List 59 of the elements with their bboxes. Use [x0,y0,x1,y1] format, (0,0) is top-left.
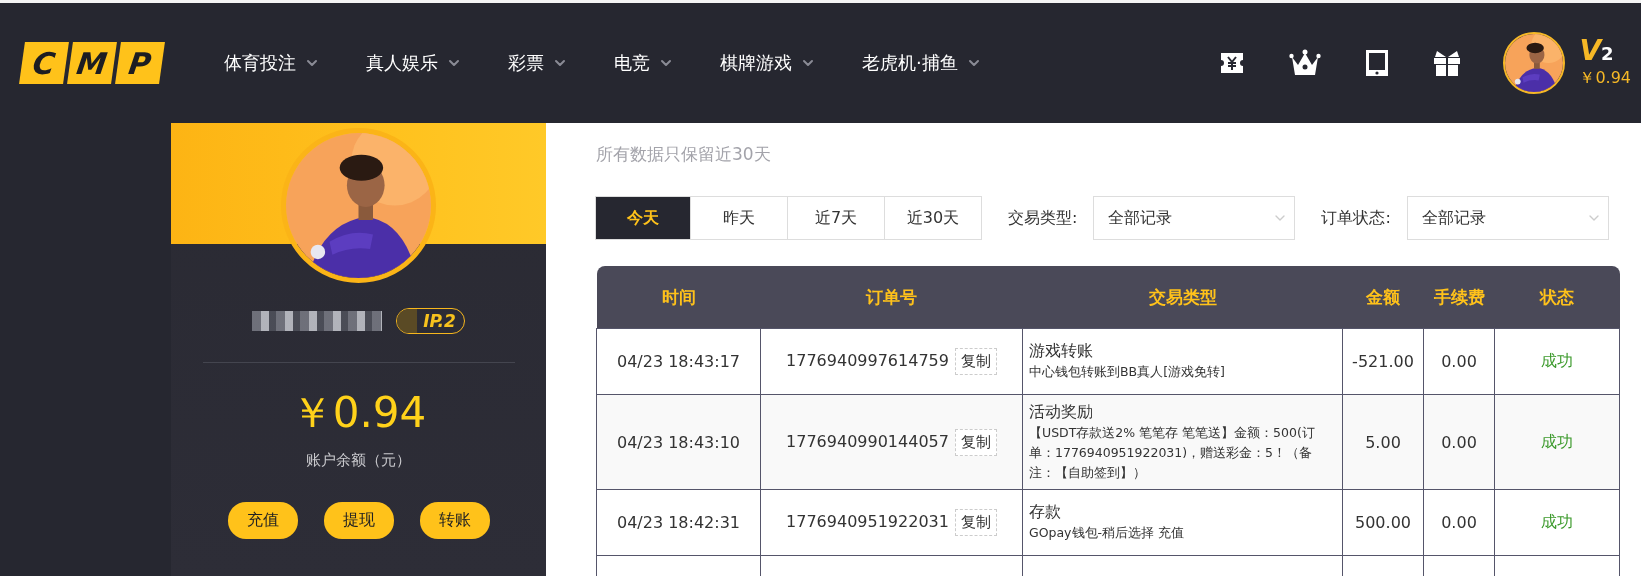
transaction-detail: 【USDT存款送2% 笔笔存 笔笔送】金额：500(订单：1776940951922031)，赠送彩金：5！（备注：【自助签到】） [1029,423,1316,482]
table-cell: 500.00 [1342,489,1424,556]
date-range-tab[interactable]: 今天 [595,196,691,240]
status-cell: 成功 [1494,394,1620,490]
transaction-type: 存款 [1029,502,1062,523]
table-cell: 0.00 [1423,394,1495,490]
column-header: 金额 [1342,266,1424,329]
tablet-icon[interactable] [1365,49,1390,77]
filter-select[interactable]: 全部记录 [1406,196,1609,240]
action-button[interactable]: 充值 [227,502,298,539]
table-cell: 04/23 18:42:31 [596,489,761,556]
order-number: 1776940951922031 [786,512,949,531]
table-cell: 0.00 [1423,489,1495,556]
nav-menu-item[interactable]: 电竞 [614,51,674,75]
column-header: 交易类型 [1022,266,1343,329]
nav-menu-item[interactable]: 彩票 [508,51,568,75]
copy-button[interactable]: 复制 [954,509,997,536]
nav-menu-item[interactable]: 老虎机·捕鱼 [862,51,982,75]
balance-label: 账户余额（元） [306,451,411,470]
column-header: 时间 [596,266,761,329]
table-cell: -521.00 [1342,328,1424,395]
order-number: 1776940990144057 [786,431,949,451]
action-button[interactable]: 提现 [323,502,394,539]
date-range-tab[interactable]: 近30天 [884,196,982,240]
column-header: 状态 [1494,266,1620,329]
nav-menu-item[interactable]: 体育投注 [224,51,320,75]
column-header: 手续费 [1423,266,1495,329]
nav-menu-item[interactable]: 棋牌游戏 [720,51,816,75]
logo-letter: M [67,42,117,84]
table-cell: 5.00 [1342,394,1424,490]
copy-button[interactable]: 复制 [954,348,997,375]
nav-menu-item[interactable]: 真人娱乐 [366,51,462,75]
date-range-tab[interactable]: 近7天 [787,196,885,240]
logo-letter: C [19,42,69,84]
date-range-tab[interactable]: 昨天 [690,196,788,240]
column-header: 订单号 [760,266,1023,329]
status-cell: 成功 [1494,328,1620,395]
table-cell: 04/23 18:43:17 [596,328,761,395]
status-cell: 成功 [1494,489,1620,556]
transaction-detail: 中心钱包转账到BB真人[游戏免转] [1029,363,1226,381]
retention-note: 所有数据只保留近30天 [596,143,772,166]
filter-label: 订单状态: [1321,207,1391,229]
filter-label: 交易类型: [1008,207,1078,229]
filter-select[interactable]: 全部记录 [1093,196,1296,240]
transaction-type: 活动奖励 [1029,401,1094,423]
table-cell: 04/23 18:43:10 [596,394,761,490]
action-button[interactable]: 转账 [419,502,490,539]
transaction-detail: GOpay钱包-稍后选择 充值 [1029,524,1185,542]
logo-letter: P [115,42,165,84]
table-cell: 0.00 [1423,328,1495,395]
transaction-type: 游戏转账 [1029,341,1094,362]
crown-icon[interactable] [1289,49,1322,77]
vip-level-text: V2 [1579,37,1615,68]
copy-button[interactable]: 复制 [954,428,997,456]
balance-amount: ￥0.94 [290,387,427,439]
gift-icon[interactable] [1433,49,1462,77]
order-number: 1776940997614759 [786,351,949,370]
ticket-icon[interactable] [1219,51,1246,75]
header-balance: ￥0.94 [1579,68,1631,89]
